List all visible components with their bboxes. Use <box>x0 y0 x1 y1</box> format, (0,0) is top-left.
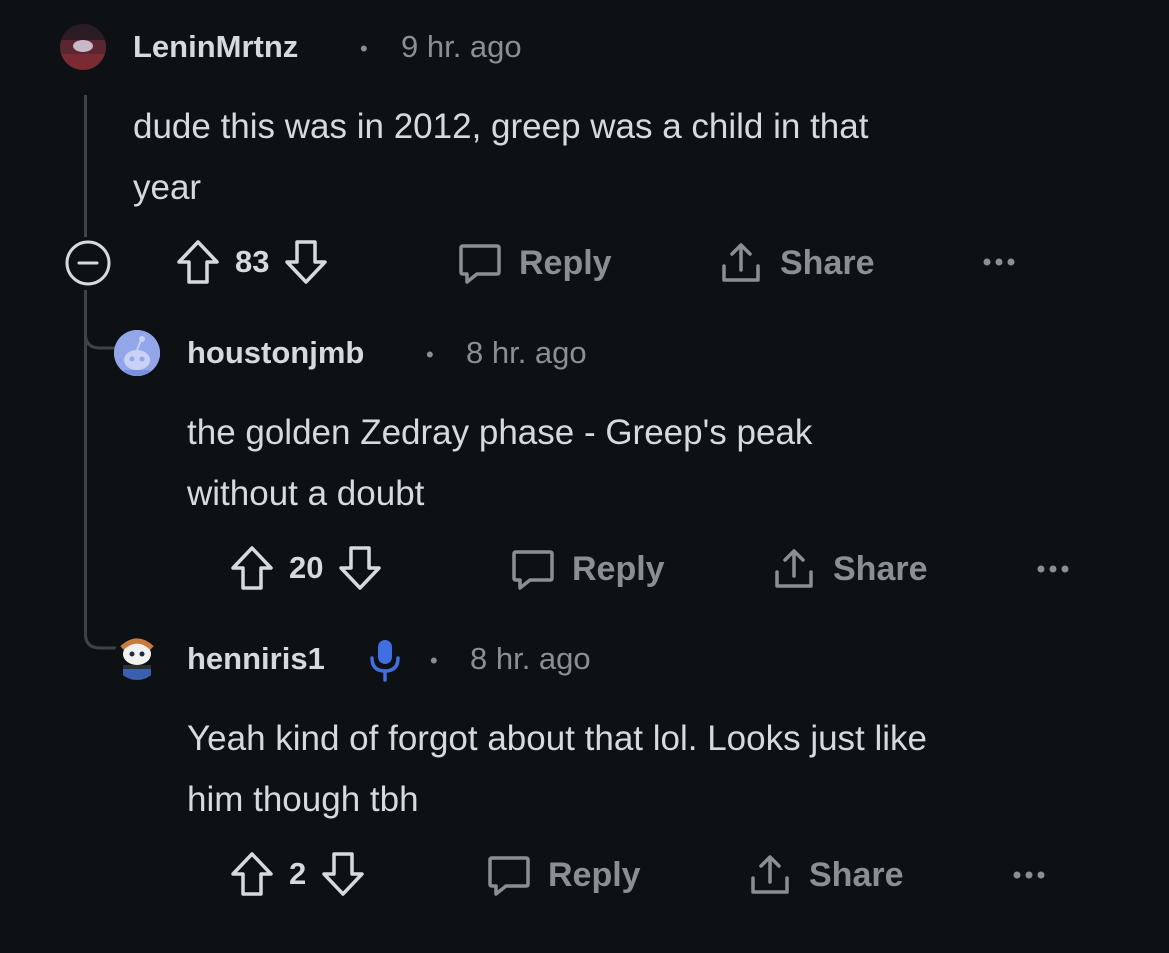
share-button[interactable]: Share <box>718 240 875 286</box>
share-icon <box>771 546 817 592</box>
comment-body: Yeah kind of forgot about that lol. Look… <box>187 708 1157 830</box>
reply-label: Reply <box>519 243 612 282</box>
vote-count: 2 <box>289 856 307 891</box>
avatar[interactable] <box>114 330 160 376</box>
comment-body-line: year <box>133 168 202 207</box>
avatar[interactable] <box>60 24 106 70</box>
share-button[interactable]: Share <box>747 852 904 898</box>
arrow-down-icon[interactable] <box>320 850 366 898</box>
comment-body-line: him though tbh <box>187 780 419 819</box>
share-icon <box>747 852 793 898</box>
comment-author[interactable]: houstonjmb <box>187 335 364 371</box>
reply-label: Reply <box>572 549 665 588</box>
ellipsis-icon[interactable] <box>1012 868 1046 882</box>
arrow-down-icon[interactable] <box>337 544 383 592</box>
comment-body: dude this was in 2012, greep was a child… <box>133 96 1133 218</box>
speech-bubble-icon <box>510 546 556 592</box>
arrow-down-icon[interactable] <box>283 238 329 286</box>
speech-bubble-icon <box>457 240 503 286</box>
arrow-up-icon[interactable] <box>229 544 275 592</box>
comment-timestamp: 8 hr. ago <box>470 641 591 676</box>
reply-label: Reply <box>548 855 641 894</box>
arrow-up-icon[interactable] <box>175 238 221 286</box>
vote-controls: 20 <box>229 544 383 592</box>
comment-body: the golden Zedray phase - Greep's peak w… <box>187 402 1137 524</box>
comment-body-line: without a doubt <box>187 474 425 513</box>
share-icon <box>718 240 764 286</box>
avatar[interactable] <box>114 634 160 680</box>
separator-dot: • <box>426 342 434 367</box>
vote-controls: 2 <box>229 850 366 898</box>
reply-button[interactable]: Reply <box>457 240 612 286</box>
ellipsis-icon[interactable] <box>1036 562 1070 576</box>
share-label: Share <box>809 855 904 894</box>
comment-author[interactable]: LeninMrtnz <box>133 29 298 65</box>
comment-body-line: the golden Zedray phase - Greep's peak <box>187 413 813 452</box>
vote-count: 83 <box>235 244 270 279</box>
reply-button[interactable]: Reply <box>486 852 641 898</box>
microphone-icon <box>368 638 402 682</box>
share-button[interactable]: Share <box>771 546 928 592</box>
ellipsis-icon[interactable] <box>982 255 1016 269</box>
share-label: Share <box>833 549 928 588</box>
comment-timestamp: 9 hr. ago <box>401 29 522 64</box>
vote-controls: 83 <box>175 238 329 286</box>
comment-author[interactable]: henniris1 <box>187 641 325 677</box>
minus-circle-icon[interactable] <box>64 239 112 287</box>
speech-bubble-icon <box>486 852 532 898</box>
thread-line-main <box>84 95 87 237</box>
separator-dot: • <box>360 36 368 61</box>
reply-button[interactable]: Reply <box>510 546 665 592</box>
separator-dot: • <box>430 648 438 673</box>
comment-timestamp: 8 hr. ago <box>466 335 587 370</box>
vote-count: 20 <box>289 550 324 585</box>
comment-body-line: dude this was in 2012, greep was a child… <box>133 107 869 146</box>
comment-body-line: Yeah kind of forgot about that lol. Look… <box>187 719 928 758</box>
share-label: Share <box>780 243 875 282</box>
arrow-up-icon[interactable] <box>229 850 275 898</box>
